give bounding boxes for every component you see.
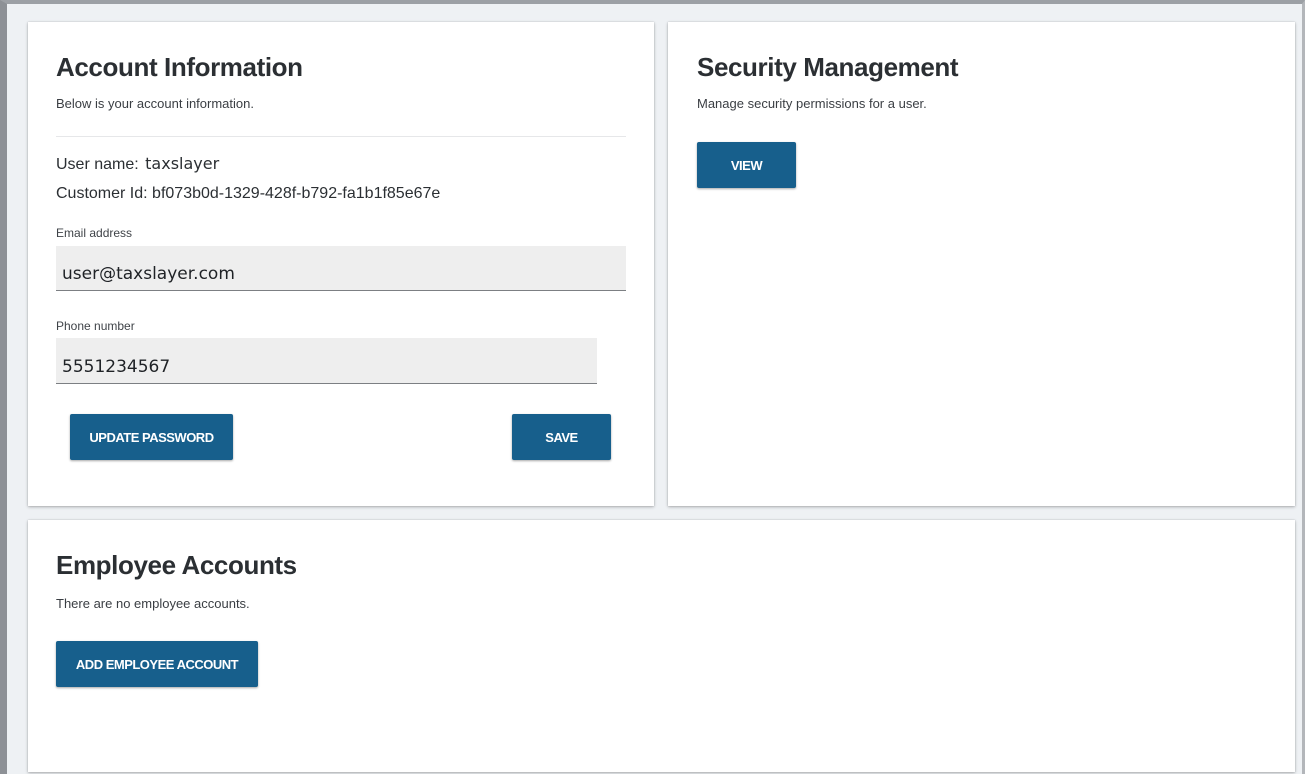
username-label: User name: — [56, 156, 139, 173]
username-row: User name: taxslayer — [56, 154, 219, 174]
phone-field[interactable] — [56, 338, 597, 384]
employee-accounts-subtitle: There are no employee accounts. — [56, 596, 250, 611]
phone-label: Phone number — [56, 319, 135, 333]
account-information-card: Account Information Below is your accoun… — [28, 22, 654, 506]
add-employee-account-button[interactable]: ADD EMPLOYEE ACCOUNT — [56, 641, 258, 687]
employee-accounts-card: Employee Accounts There are no employee … — [28, 520, 1295, 772]
view-security-button[interactable]: VIEW — [697, 142, 796, 188]
account-information-title: Account Information — [56, 52, 303, 82]
security-management-title: Security Management — [697, 52, 959, 82]
account-divider — [56, 136, 626, 137]
security-management-card: Security Management Manage security perm… — [668, 22, 1295, 506]
customer-id-value: bf073b0d-1329-428f-b792-fa1b1f85e67e — [152, 185, 441, 202]
username-value: taxslayer — [145, 154, 220, 173]
email-field[interactable] — [56, 246, 626, 291]
email-label: Email address — [56, 226, 133, 240]
customer-id-row: Customer Id: bf073b0d-1329-428f-b792-fa1… — [56, 185, 440, 203]
save-button[interactable]: SAVE — [512, 414, 611, 460]
account-information-subtitle: Below is your account information. — [56, 96, 254, 111]
customer-id-label: Customer Id: — [56, 185, 148, 202]
update-password-button[interactable]: UPDATE PASSWORD — [70, 414, 233, 460]
employee-accounts-title: Employee Accounts — [56, 550, 297, 580]
security-management-subtitle: Manage security permissions for a user. — [697, 96, 927, 111]
